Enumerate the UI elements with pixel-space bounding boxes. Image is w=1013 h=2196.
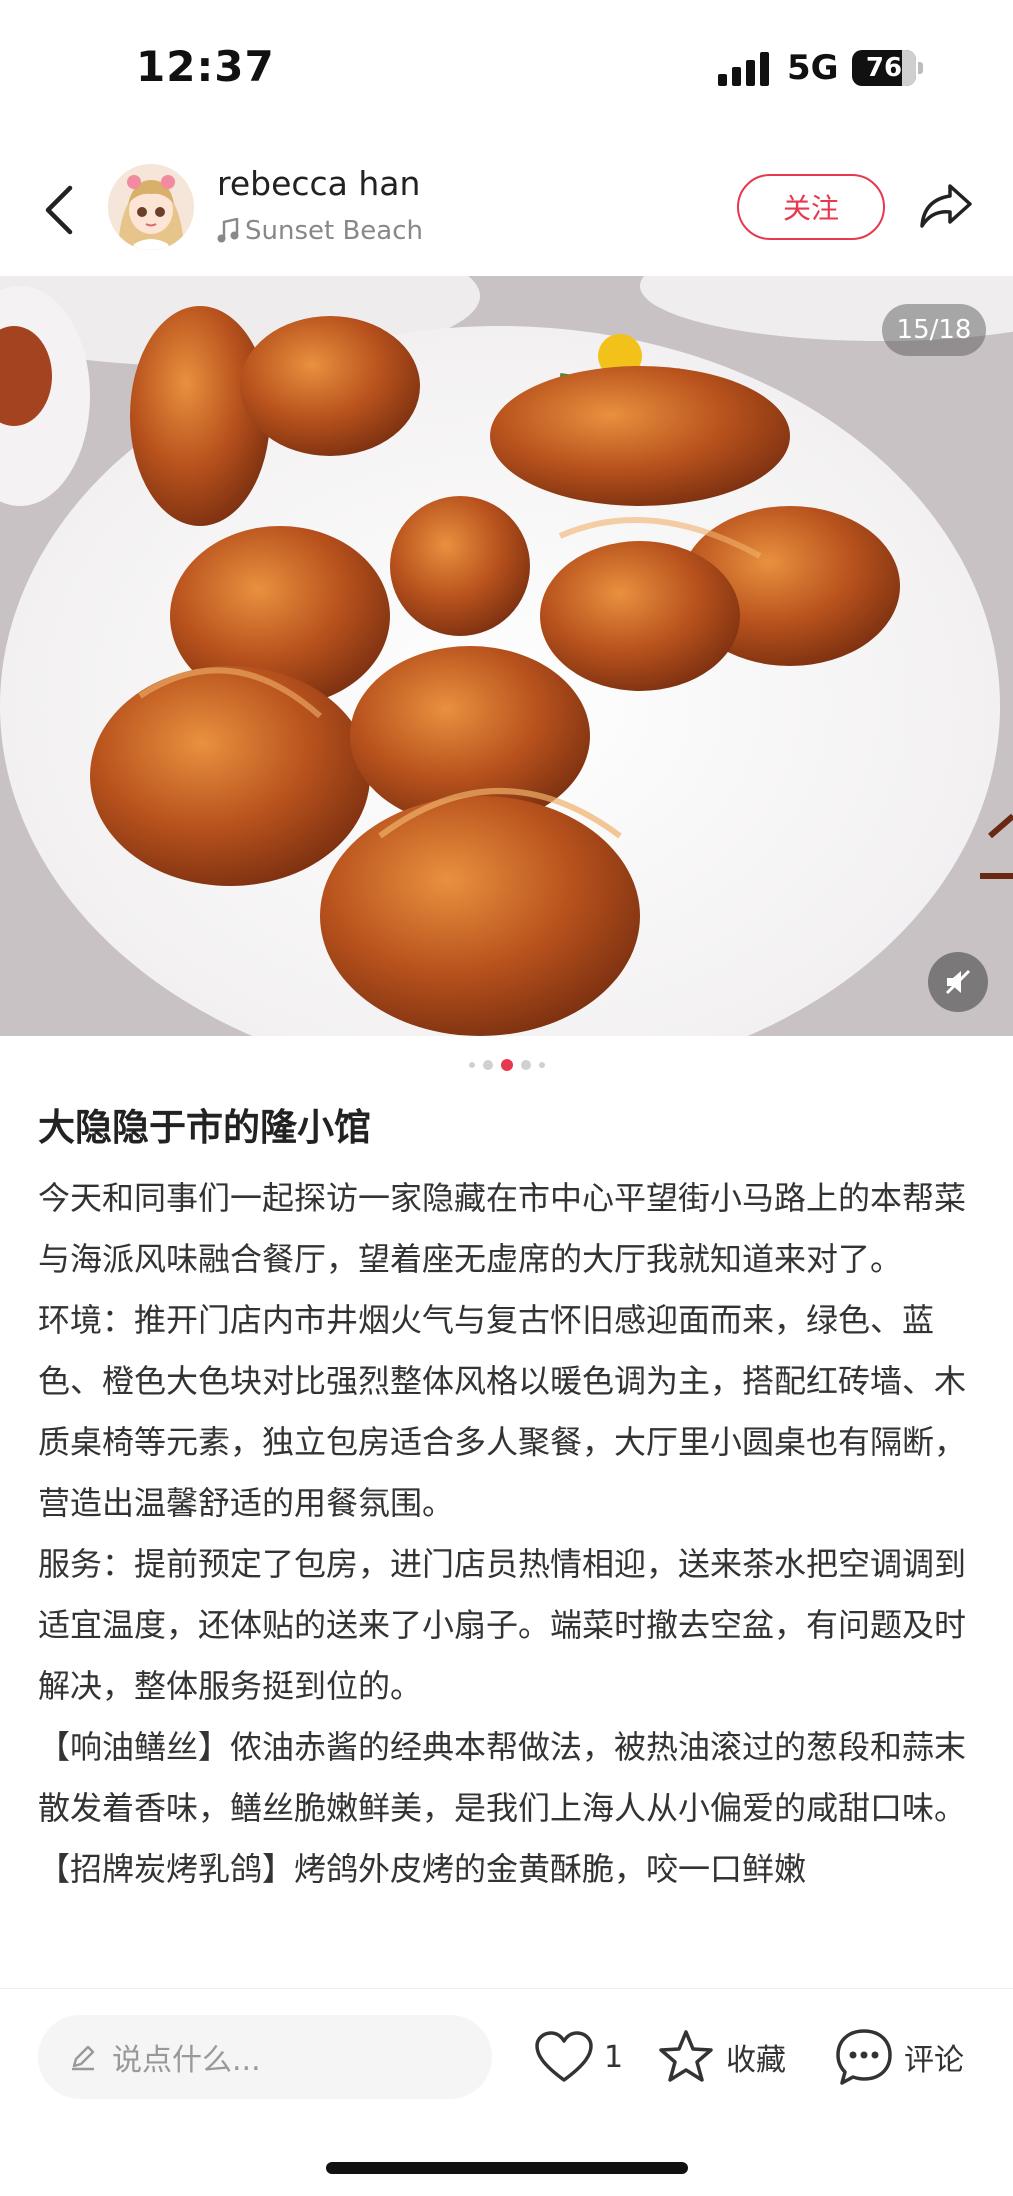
username[interactable]: rebecca han [217,164,420,203]
post-header: rebecca han Sunset Beach 关注 [0,150,1013,276]
collect-button[interactable]: 收藏 [656,2015,786,2099]
collect-label: 收藏 [726,2043,786,2078]
comment-label: 评论 [904,2043,964,2078]
pagination-dot-active [500,1059,513,1071]
speaker-muted-icon [945,969,971,995]
follow-button[interactable]: 关注 [737,174,885,240]
battery-icon: 76 [852,50,923,86]
avatar[interactable] [108,164,194,250]
post-paragraph: 【响油鳝丝】侬油赤酱的经典本帮做法，被热油滚过的葱段和蒜末散发着香味，鳝丝脆嫩鲜… [38,1728,967,1827]
music-title: Sunset Beach [245,216,424,246]
share-icon [920,184,972,228]
pagination-dot [482,1060,493,1070]
network-type: 5G [787,48,839,88]
pagination-dot [468,1062,475,1068]
post-paragraph: 今天和同事们一起探访一家隐藏在市中心平望街小马路上的本帮菜与海派风味融合餐厅，望… [38,1179,967,1278]
roast-pigeon-photo [0,276,1013,1036]
comment-bubble-icon [836,2029,892,2085]
photo-pagination [0,1058,1013,1072]
status-bar: 12:37 5G 76 [0,0,1013,140]
home-indicator[interactable] [326,2162,688,2174]
post-paragraph: 服务：提前预定了包房，进门店员热情相迎，送来茶水把空调调到适宜温度，还体贴的送来… [38,1545,967,1705]
mute-button[interactable] [928,952,988,1012]
comment-button[interactable]: 评论 [834,2015,964,2099]
music-tag[interactable]: Sunset Beach [217,216,423,246]
pagination-dot [538,1062,545,1068]
pencil-icon [72,2045,95,2071]
like-button[interactable]: 1 [534,2015,623,2099]
post-title: 大隐隐于市的隆小馆 [38,1106,371,1149]
content-fade [0,1960,1013,1990]
status-time: 12:37 [136,42,275,91]
comment-placeholder: 说点什么... [112,2043,261,2078]
post-photo[interactable] [0,276,1013,1036]
music-note-icon [217,218,239,243]
post-paragraph: 环境：推开门店内市井烟火气与复古怀旧感迎面而来，绿色、蓝色、橙色大色块对比强烈整… [38,1301,967,1522]
chevron-left-icon [45,185,73,235]
heart-icon [535,2031,593,2082]
comment-input[interactable]: 说点什么... [38,2015,492,2099]
like-count: 1 [604,2039,624,2075]
avatar-image [108,164,194,250]
share-button[interactable] [916,176,976,236]
post-content: 大隐隐于市的隆小馆 今天和同事们一起探访一家隐藏在市中心平望街小马路上的本帮菜与… [38,1100,978,1990]
pagination-dot [520,1060,531,1070]
star-icon [659,2030,713,2082]
post-body: 今天和同事们一起探访一家隐藏在市中心平望街小马路上的本帮菜与海派风味融合餐厅，望… [38,1168,978,1900]
battery-level: 76 [865,53,903,83]
photo-counter: 15/18 [882,304,986,356]
back-button[interactable] [34,178,84,242]
post-paragraph: 【招牌炭烤乳鸽】烤鸽外皮烤的金黄酥脆，咬一口鲜嫩 [38,1850,807,1888]
signal-icon [718,52,769,86]
